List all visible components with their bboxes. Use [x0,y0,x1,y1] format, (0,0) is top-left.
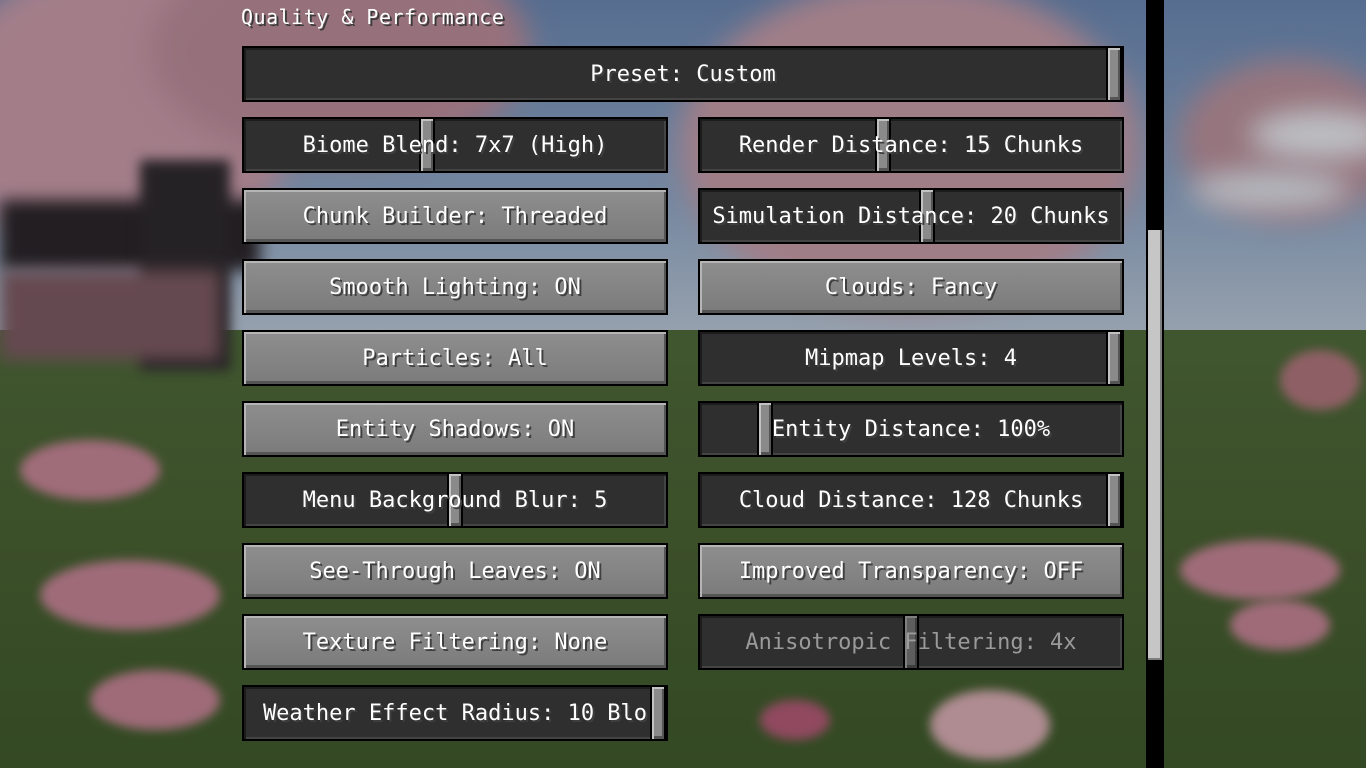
entity-distance-slider[interactable]: Entity Distance: 100% [698,401,1124,457]
weather-effect-radius-slider[interactable]: Weather Effect Radius: 10 Blo [242,685,668,741]
texture-filtering-label: Texture Filtering: None [302,629,608,655]
improved-transparency-button[interactable]: Improved Transparency: OFF [698,543,1124,599]
preset-label: Preset: Custom [590,61,776,87]
entity-distance-label: Entity Distance: 100% [771,416,1051,442]
mipmap-levels-label: Mipmap Levels: 4 [805,345,1017,371]
options-list: Quality & Performance Preset: Custom Bio… [0,0,1366,768]
slider-handle[interactable] [1106,332,1122,384]
slider-handle[interactable] [1106,48,1122,100]
biome-blend-slider[interactable]: Biome Blend: 7x7 (High) [242,117,668,173]
improved-transparency-label: Improved Transparency: OFF [738,558,1084,584]
anisotropic-filtering-label: Anisotropic Filtering: 4x [745,629,1077,655]
scrollbar-thumb[interactable] [1148,230,1162,660]
slider-handle[interactable] [1106,474,1122,526]
entity-shadows-label: Entity Shadows: ON [335,416,575,442]
anisotropic-filtering-slider: Anisotropic Filtering: 4x [698,614,1124,670]
smooth-lighting-button[interactable]: Smooth Lighting: ON [242,259,668,315]
render-distance-slider[interactable]: Render Distance: 15 Chunks [698,117,1124,173]
particles-button[interactable]: Particles: All [242,330,668,386]
smooth-lighting-label: Smooth Lighting: ON [329,274,581,300]
chunk-builder-button[interactable]: Chunk Builder: Threaded [242,188,668,244]
slider-handle[interactable] [650,687,666,739]
particles-label: Particles: All [362,345,548,371]
cloud-distance-label: Cloud Distance: 128 Chunks [738,487,1084,513]
preset-slider[interactable]: Preset: Custom [242,46,1124,102]
simulation-distance-label: Simulation Distance: 20 Chunks [712,203,1110,229]
slider-handle[interactable] [757,403,773,455]
section-title: Quality & Performance [241,5,505,29]
cloud-distance-slider[interactable]: Cloud Distance: 128 Chunks [698,472,1124,528]
biome-blend-label: Biome Blend: 7x7 (High) [302,132,608,158]
menu-background-blur-slider[interactable]: Menu Background Blur: 5 [242,472,668,528]
see-through-leaves-label: See-Through Leaves: ON [309,558,601,584]
weather-effect-radius-label: Weather Effect Radius: 10 Blo [262,700,648,726]
mipmap-levels-slider[interactable]: Mipmap Levels: 4 [698,330,1124,386]
menu-background-blur-label: Menu Background Blur: 5 [302,487,608,513]
see-through-leaves-button[interactable]: See-Through Leaves: ON [242,543,668,599]
chunk-builder-label: Chunk Builder: Threaded [302,203,608,229]
texture-filtering-button[interactable]: Texture Filtering: None [242,614,668,670]
clouds-label: Clouds: Fancy [824,274,998,300]
render-distance-label: Render Distance: 15 Chunks [738,132,1084,158]
clouds-button[interactable]: Clouds: Fancy [698,259,1124,315]
simulation-distance-slider[interactable]: Simulation Distance: 20 Chunks [698,188,1124,244]
entity-shadows-button[interactable]: Entity Shadows: ON [242,401,668,457]
